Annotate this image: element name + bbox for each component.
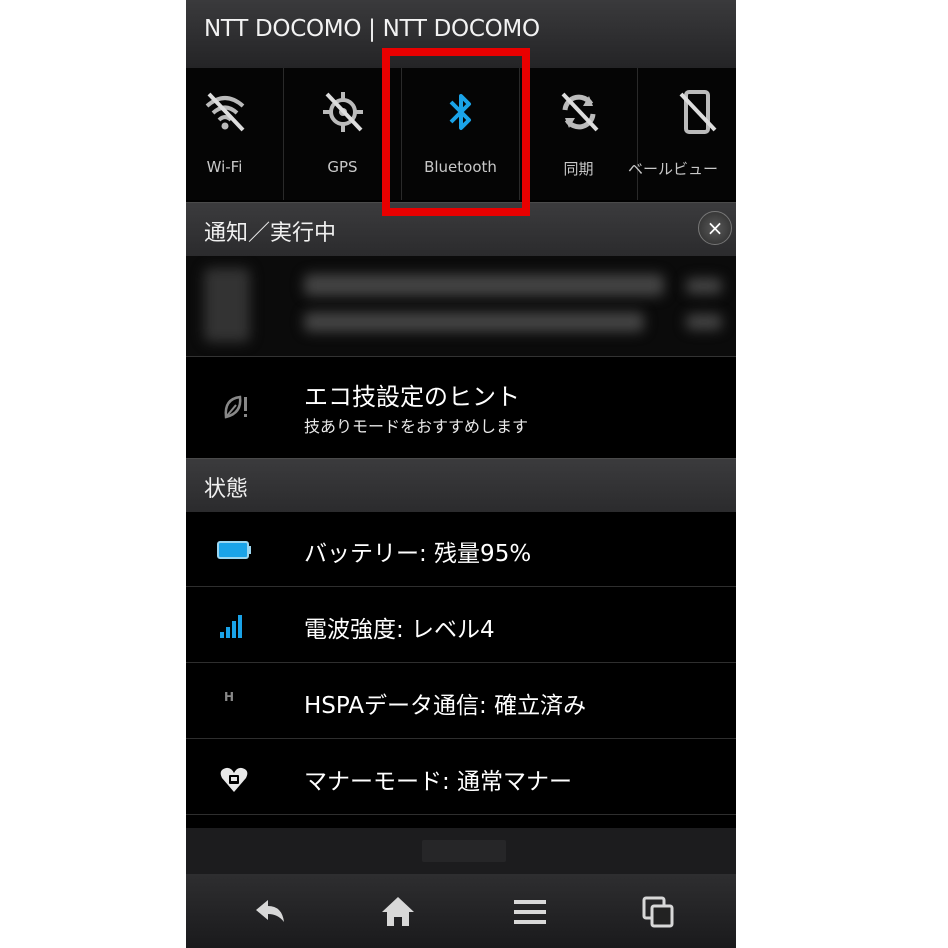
wifi-off-icon [199,86,251,142]
status-row-manner[interactable]: マナーモード: 通常マナー [186,740,736,815]
menu-icon[interactable] [510,892,550,932]
carrier-label: NTT DOCOMO | NTT DOCOMO [204,16,540,42]
quick-toggle-wifi[interactable]: Wi-Fi [186,68,284,200]
clear-notifications-button[interactable]: × [698,211,732,245]
status-row-signal[interactable]: 電波強度: レベル4 [186,588,736,663]
manner-status-text: マナーモード: 通常マナー [304,769,573,795]
signal-status-text: 電波強度: レベル4 [304,617,495,643]
drag-handle[interactable] [422,840,506,862]
veil-view-off-icon [671,86,723,142]
blurred-notification[interactable] [186,256,736,356]
gps-off-icon [317,86,369,142]
hspa-status-text: HSPAデータ通信: 確立済み [304,693,587,719]
eco-leaf-icon [222,393,250,425]
status-row-hspa[interactable]: H HSPAデータ通信: 確立済み [186,664,736,739]
signal-strength-icon [216,612,246,644]
back-icon[interactable] [250,892,290,932]
battery-status-text: バッテリー: 残量95% [304,541,532,567]
panel-drag-area[interactable] [186,828,736,874]
eco-tip-subtitle: 技ありモードをおすすめします [304,417,529,436]
sync-label: 同期 [563,160,594,178]
wifi-label: Wi-Fi [206,158,243,176]
battery-icon [216,540,252,564]
veil-view-label: ベールビュー [628,160,719,178]
eco-tip-title: エコ技設定のヒント [304,383,520,411]
navigation-bar [186,874,736,948]
quick-toggle-veil-view[interactable]: ベールビュー [628,68,736,200]
bluetooth-highlight-box [382,48,530,216]
status-row-battery[interactable]: バッテリー: 残量95% [186,512,736,587]
eco-tip-notification[interactable]: エコ技設定のヒント 技ありモードをおすすめします [186,356,736,456]
status-section-title: 状態 [204,477,249,502]
manner-mode-icon [218,764,250,798]
home-icon[interactable] [378,892,418,932]
status-section-header: 状態 [186,458,736,512]
hspa-icon: H [224,690,235,704]
quick-toggle-sync[interactable]: 同期 [520,68,638,200]
recent-apps-icon[interactable] [638,892,678,932]
notifications-header-title: 通知／実行中 [204,221,337,246]
sync-off-icon [553,86,605,142]
